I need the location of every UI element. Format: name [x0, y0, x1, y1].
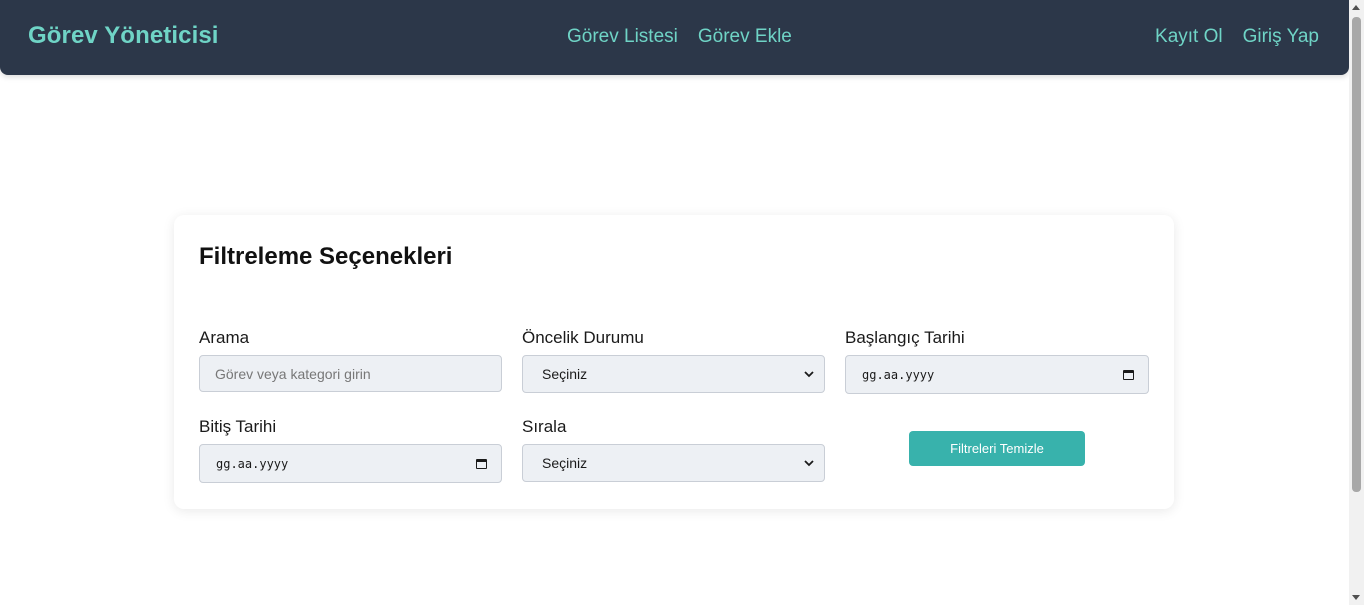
navbar: Görev Yöneticisi Görev Listesi Görev Ekl… [0, 0, 1349, 75]
priority-label: Öncelik Durumu [522, 328, 644, 347]
page: Görev Yöneticisi Görev Listesi Görev Ekl… [0, 0, 1349, 605]
end-date-input[interactable]: gg.aa.yyyy [199, 444, 502, 483]
main-nav: Görev Listesi Görev Ekle [567, 26, 792, 48]
calendar-icon[interactable] [476, 458, 487, 469]
start-date-value: gg.aa.yyyy [862, 367, 935, 382]
calendar-icon[interactable] [1123, 369, 1134, 380]
end-date-label: Bitiş Tarihi [199, 417, 277, 436]
brand-logo[interactable]: Görev Yöneticisi [28, 22, 219, 50]
scrollbar-thumb[interactable] [1352, 17, 1361, 492]
filter-card: Filtreleme Seçenekleri Arama Öncelik Dur… [174, 215, 1174, 509]
start-date-label: Başlangıç Tarihi [845, 328, 965, 347]
scroll-up-arrow-icon[interactable] [1352, 5, 1360, 10]
sort-label: Sırala [522, 417, 567, 436]
vertical-scrollbar[interactable] [1349, 0, 1364, 605]
search-label: Arama [199, 328, 250, 347]
filter-title: Filtreleme Seçenekleri [199, 243, 453, 270]
priority-select[interactable]: Seçiniz [522, 355, 825, 393]
sort-selected-value: Seçiniz [542, 455, 588, 471]
chevron-down-icon [804, 459, 814, 466]
nav-link-task-list[interactable]: Görev Listesi [567, 26, 678, 48]
nav-link-register[interactable]: Kayıt Ol [1155, 26, 1223, 48]
chevron-down-icon [804, 370, 814, 377]
nav-link-add-task[interactable]: Görev Ekle [698, 26, 792, 48]
start-date-input[interactable]: gg.aa.yyyy [845, 355, 1149, 394]
scroll-down-arrow-icon[interactable] [1352, 595, 1360, 600]
nav-link-login[interactable]: Giriş Yap [1243, 26, 1319, 48]
auth-nav: Kayıt Ol Giriş Yap [1155, 26, 1319, 48]
end-date-value: gg.aa.yyyy [216, 456, 289, 471]
priority-selected-value: Seçiniz [542, 366, 588, 382]
search-input[interactable] [199, 355, 502, 392]
clear-filters-button[interactable]: Filtreleri Temizle [909, 431, 1085, 466]
sort-select[interactable]: Seçiniz [522, 444, 825, 482]
